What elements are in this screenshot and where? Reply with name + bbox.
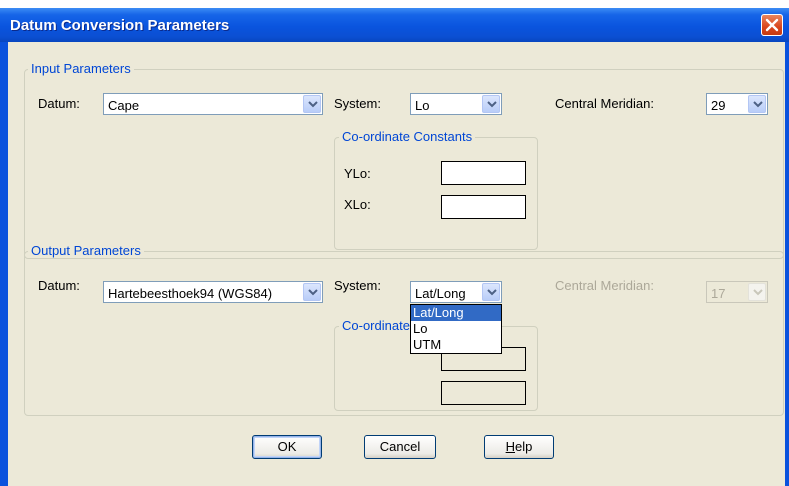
dialog-window: Datum Conversion Parameters Input Parame…: [0, 8, 789, 486]
input-datum-dropdown-button[interactable]: [303, 95, 321, 113]
input-datum-combo[interactable]: Cape: [103, 93, 323, 115]
output-system-combo[interactable]: Lat/Long: [410, 281, 502, 303]
output-datum-dropdown-button[interactable]: [303, 283, 321, 301]
output-system-label: System:: [334, 278, 381, 293]
input-parameters-legend: Input Parameters: [28, 61, 134, 76]
ylo-label: YLo:: [344, 166, 371, 181]
chevron-down-icon: [487, 289, 497, 296]
output-parameters-legend: Output Parameters: [28, 243, 144, 258]
output-system-dropdown-button[interactable]: [482, 283, 500, 301]
system-option-lo[interactable]: Lo: [411, 321, 501, 337]
output-central-meridian-value: 17: [711, 286, 726, 301]
input-central-meridian-dropdown-button[interactable]: [748, 95, 766, 113]
input-coordinate-constants-group: [334, 137, 538, 250]
input-datum-value: Cape: [108, 98, 140, 113]
input-datum-label: Datum:: [38, 96, 80, 111]
chevron-down-icon: [308, 289, 318, 296]
output-central-meridian-dropdown-button: [748, 283, 766, 301]
ylo-input[interactable]: [441, 161, 526, 185]
input-central-meridian-combo[interactable]: 29: [706, 93, 768, 115]
xlo-label: XLo:: [344, 197, 371, 212]
chevron-down-icon: [487, 101, 497, 108]
cancel-button[interactable]: Cancel: [364, 435, 436, 459]
output-central-meridian-combo: 17: [706, 281, 768, 303]
chevron-down-icon: [753, 289, 763, 296]
input-system-label: System:: [334, 96, 381, 111]
input-central-meridian-label: Central Meridian:: [555, 96, 654, 111]
input-system-combo[interactable]: Lo: [410, 93, 502, 115]
close-button[interactable]: [761, 14, 783, 36]
dialog-client: Input Parameters Datum: Cape System: Lo …: [8, 42, 785, 486]
output-datum-label: Datum:: [38, 278, 80, 293]
output-central-meridian-label: Central Meridian:: [555, 278, 654, 293]
output-datum-combo[interactable]: Hartebeesthoek94 (WGS84): [103, 281, 323, 303]
input-system-value: Lo: [415, 98, 430, 113]
close-icon: [765, 18, 779, 32]
system-option-utm[interactable]: UTM: [411, 337, 501, 353]
window-title: Datum Conversion Parameters: [10, 17, 230, 34]
system-option-latlong[interactable]: Lat/Long: [411, 305, 501, 321]
input-system-dropdown-button[interactable]: [482, 95, 500, 113]
input-coordinate-constants-legend: Co-ordinate Constants: [339, 129, 476, 144]
chevron-down-icon: [753, 101, 763, 108]
output-coordinate-constants-legend: Co-ordinate: [339, 318, 413, 333]
ok-button[interactable]: OK: [252, 435, 322, 459]
output-system-dropdown-list[interactable]: Lat/Long Lo UTM: [410, 304, 502, 354]
help-button[interactable]: Help: [484, 435, 554, 459]
xlo-input[interactable]: [441, 195, 526, 219]
output-constant-2-input: [441, 381, 526, 405]
output-datum-value: Hartebeesthoek94 (WGS84): [108, 286, 273, 301]
title-bar[interactable]: Datum Conversion Parameters: [0, 8, 789, 42]
output-system-value: Lat/Long: [415, 286, 466, 301]
help-label-rest: elp: [515, 439, 533, 454]
input-central-meridian-value: 29: [711, 98, 726, 113]
help-mnemonic: H: [505, 439, 516, 454]
chevron-down-icon: [308, 101, 318, 108]
